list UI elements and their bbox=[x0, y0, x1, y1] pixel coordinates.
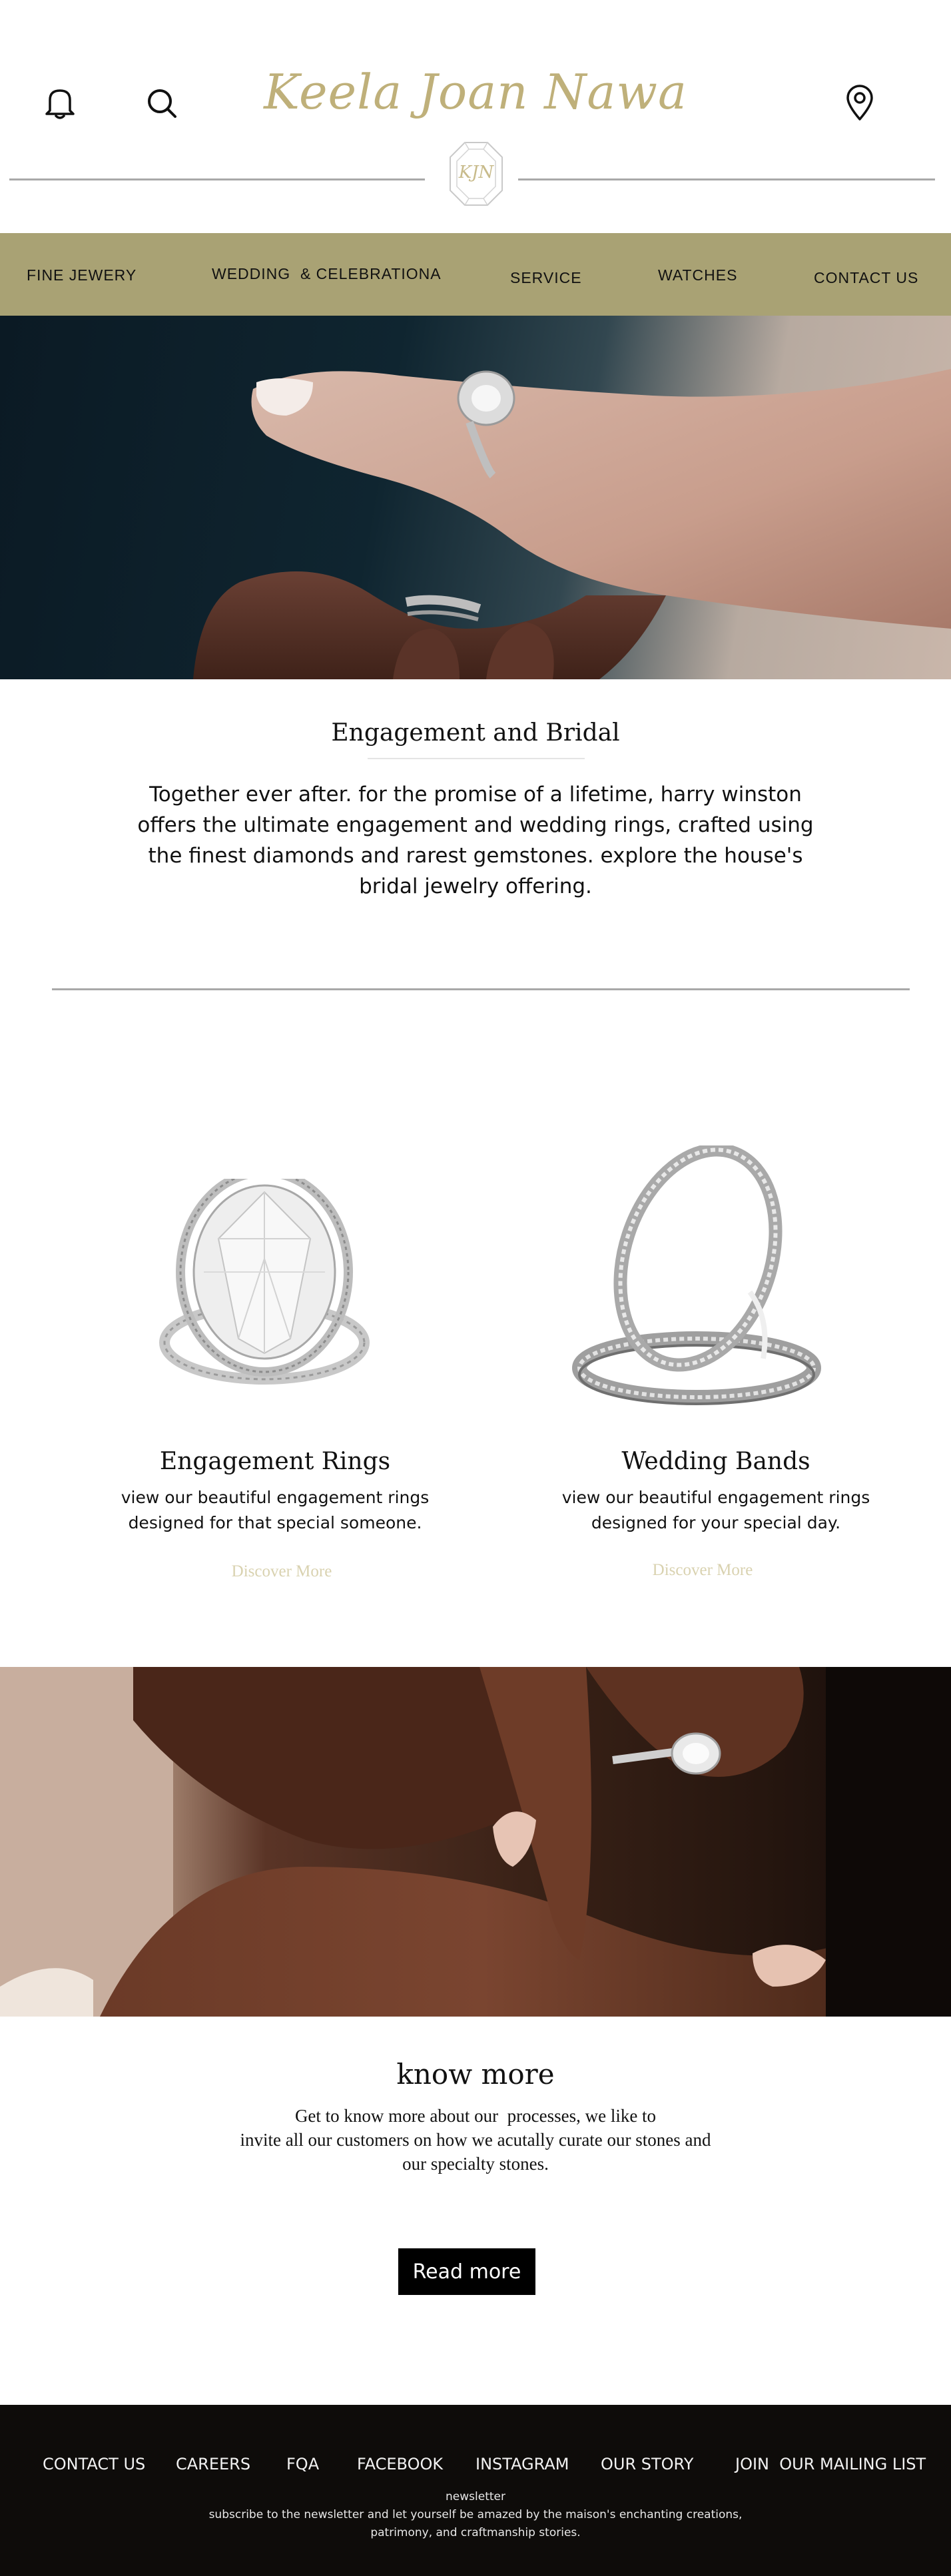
footer-link-contact[interactable]: CONTACT US bbox=[43, 2455, 145, 2473]
engagement-rings-title: Engagement Rings bbox=[159, 1448, 391, 1475]
engagement-ring-image[interactable] bbox=[151, 1167, 378, 1405]
header-divider-right bbox=[518, 178, 935, 180]
nav-item-service[interactable]: SERVICE bbox=[510, 269, 582, 287]
newsletter-label: newsletter bbox=[446, 2490, 505, 2503]
header-divider-left bbox=[9, 178, 425, 180]
footer-link-instagram[interactable]: INSTAGRAM bbox=[476, 2455, 569, 2473]
nav-item-wedding[interactable]: WEDDING & CELEBRATIONA bbox=[212, 265, 442, 283]
know-more-line1: Get to know more about our processes, we… bbox=[294, 2106, 657, 2126]
engagement-rings-desc-line2: designed for that special someone. bbox=[128, 1513, 422, 1532]
footer-link-facebook[interactable]: FACEBOOK bbox=[357, 2455, 443, 2473]
read-more-button[interactable]: Read more bbox=[398, 2248, 535, 2295]
wedding-bands-desc-line1: view our beautiful engagement rings bbox=[561, 1488, 870, 1507]
monogram-text: KJN bbox=[458, 162, 494, 182]
intro-title-underline bbox=[368, 758, 585, 759]
wedding-bands-image[interactable] bbox=[570, 1143, 823, 1412]
brand-logo[interactable]: Keela Joan Nawa bbox=[0, 64, 951, 120]
nav-item-watches[interactable]: WATCHES bbox=[658, 266, 737, 284]
wedding-bands-desc-line2: designed for your special day. bbox=[591, 1513, 841, 1532]
main-nav: FINE JEWERY WEDDING & CELEBRATIONA SERVI… bbox=[0, 233, 951, 318]
nav-item-contact[interactable]: CONTACT US bbox=[814, 269, 918, 287]
intro-text: Together ever after. for the promise of … bbox=[137, 783, 814, 898]
footer-link-our-story[interactable]: OUR STORY bbox=[601, 2455, 693, 2473]
newsletter-text-line1: subscribe to the newsletter and let your… bbox=[208, 2508, 743, 2521]
monogram-emblem: KJN bbox=[446, 137, 506, 210]
footer-link-careers[interactable]: CAREERS bbox=[176, 2455, 250, 2473]
newsletter-text-line2: patrimony, and craftmanship stories. bbox=[370, 2526, 581, 2539]
nav-item-fine-jewelry[interactable]: FINE JEWERY bbox=[27, 266, 137, 284]
footer-link-fqa[interactable]: FQA bbox=[286, 2455, 319, 2473]
know-more-line2: invite all our customers on how we acuta… bbox=[240, 2130, 711, 2150]
know-more-line3: our specialty stones. bbox=[402, 2154, 549, 2174]
section-divider bbox=[52, 988, 910, 990]
hero-image-hands-ring bbox=[0, 316, 951, 679]
engagement-rings-desc-line1: view our beautiful engagement rings bbox=[121, 1488, 430, 1507]
wedding-bands-title: Wedding Bands bbox=[621, 1448, 810, 1475]
hero-image-hand-ring-portrait bbox=[0, 1667, 951, 2017]
know-more-title: know more bbox=[396, 2058, 555, 2091]
wedding-bands-discover-link[interactable]: Discover More bbox=[607, 1561, 798, 1580]
footer-link-mailing-list[interactable]: JOIN OUR MAILING LIST bbox=[735, 2455, 926, 2473]
intro-title: Engagement and Bridal bbox=[331, 719, 620, 747]
footer: CONTACT US CAREERS FQA FACEBOOK INSTAGRA… bbox=[0, 2405, 951, 2576]
engagement-rings-discover-link[interactable]: Discover More bbox=[186, 1562, 377, 1581]
